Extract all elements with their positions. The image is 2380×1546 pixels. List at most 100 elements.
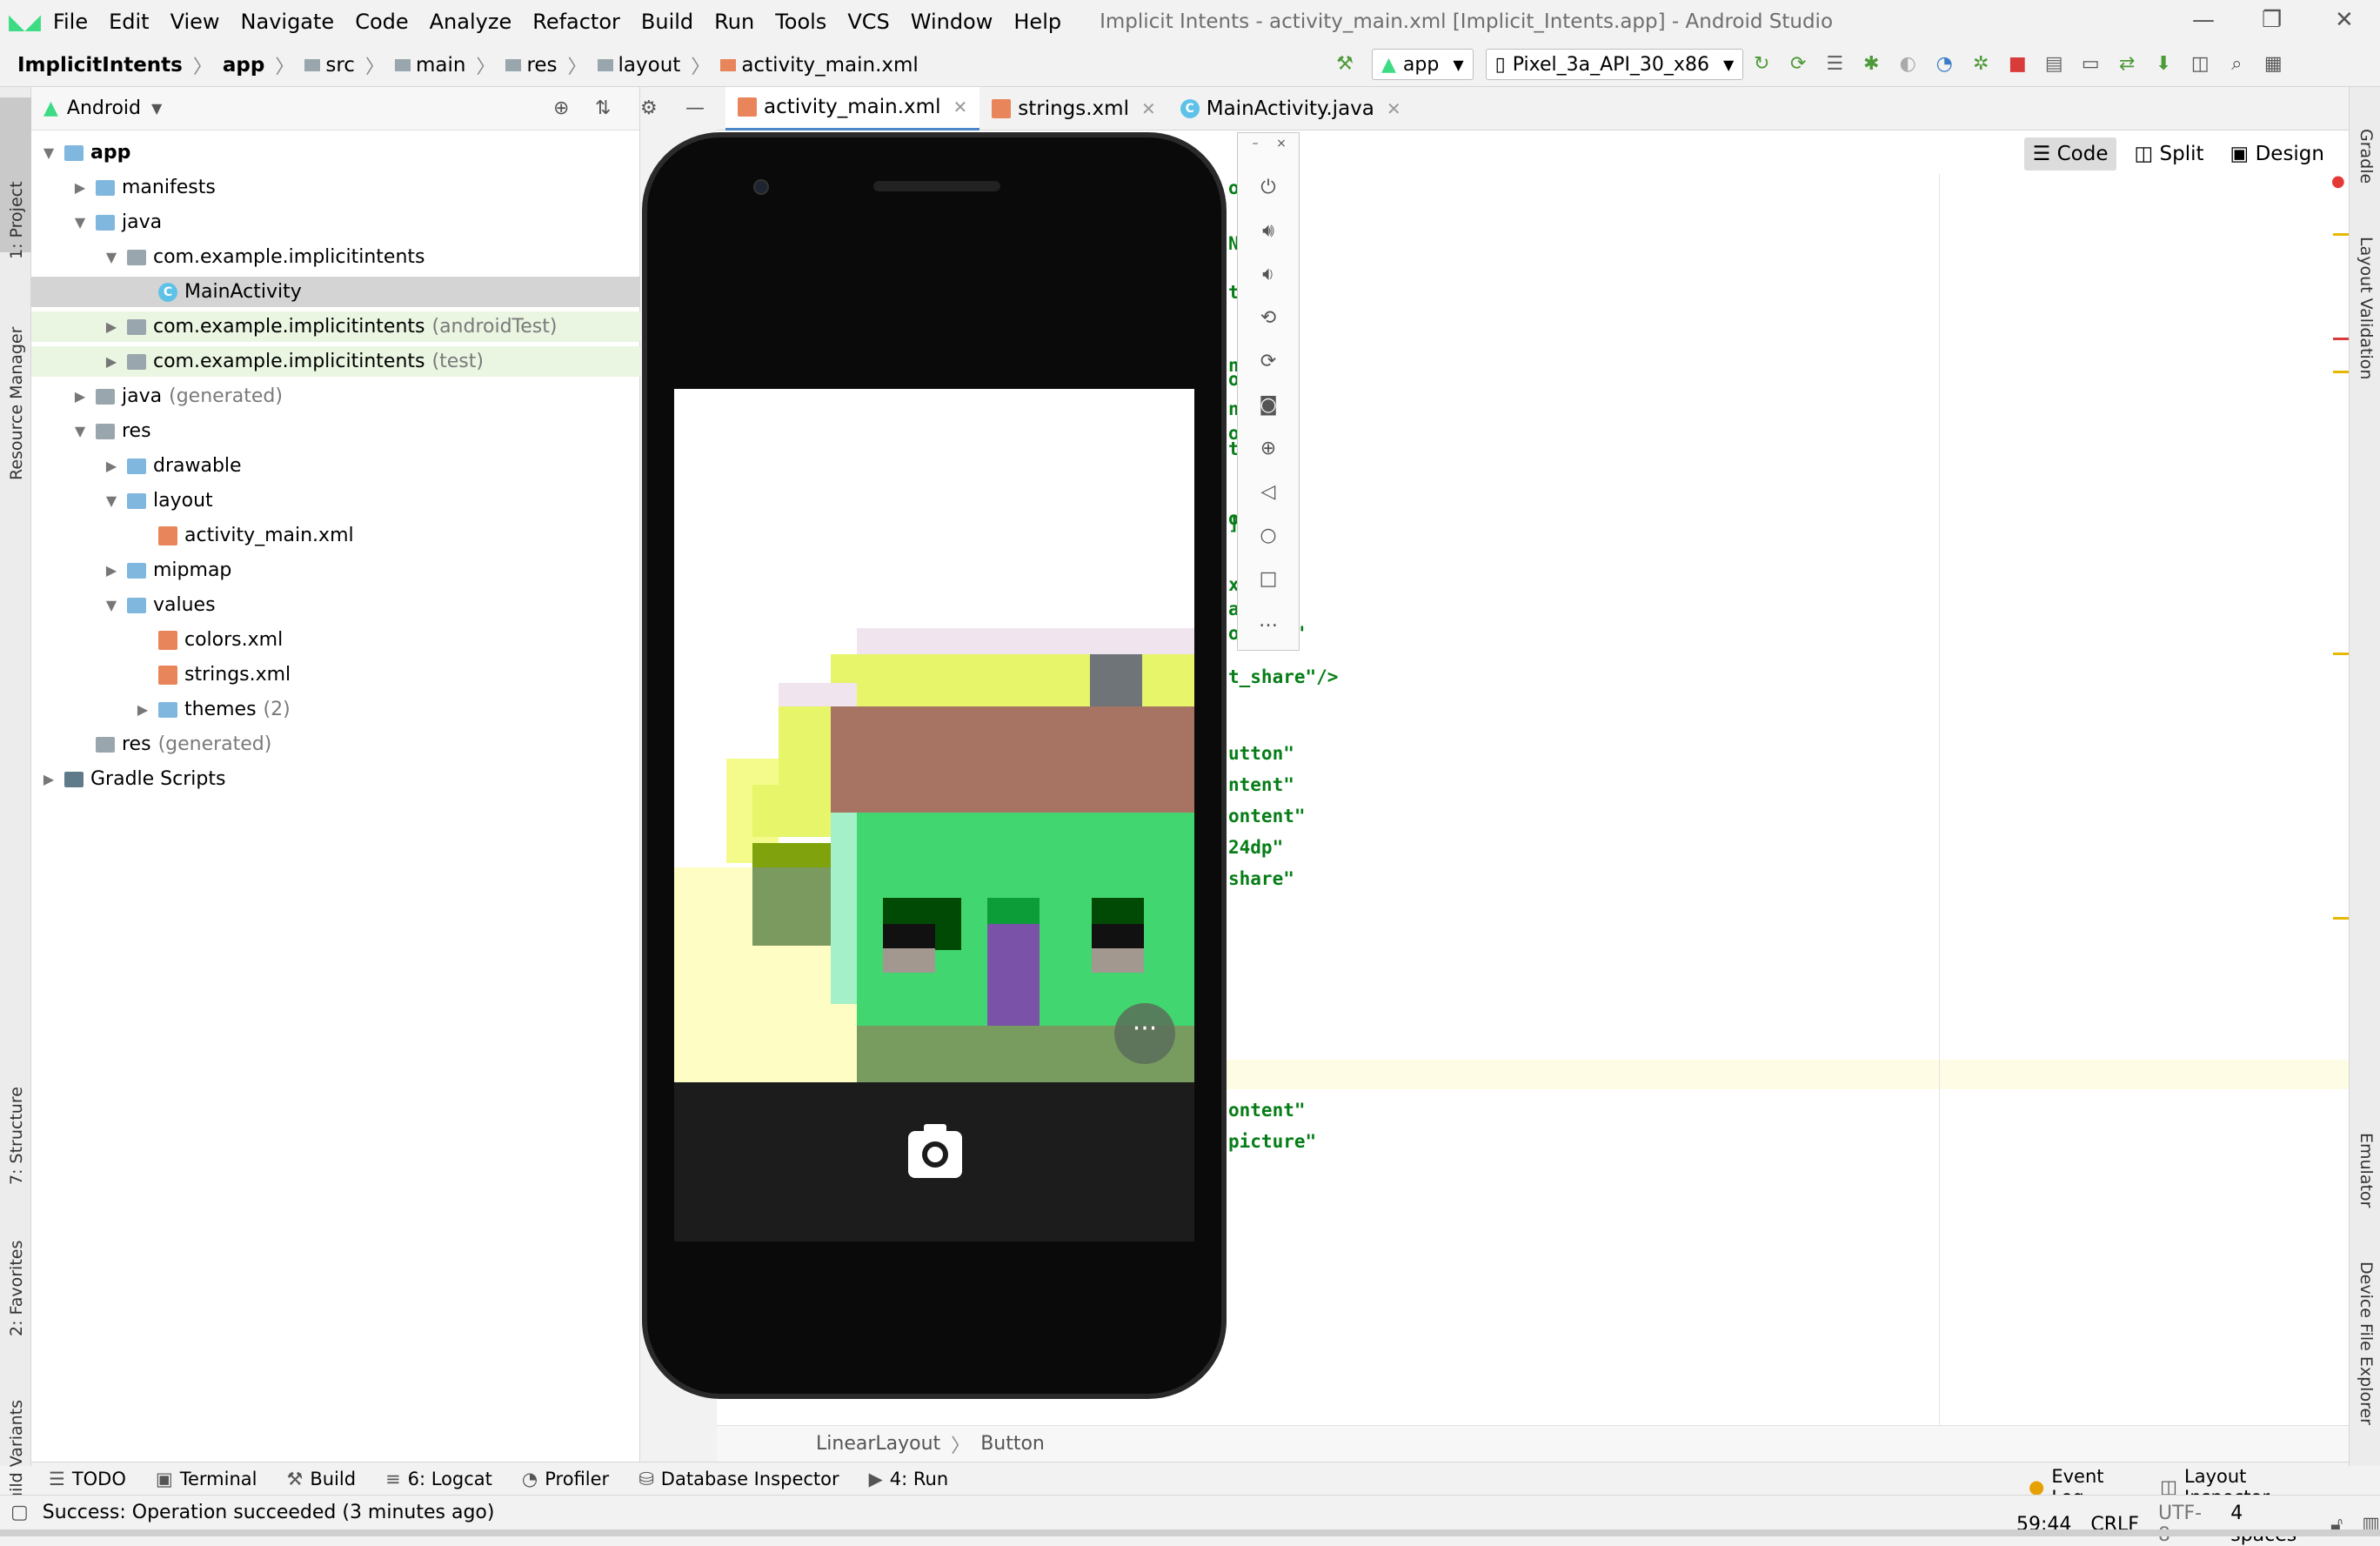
- close-tab-icon[interactable]: ✕: [1387, 98, 1401, 119]
- debug-icon[interactable]: ✱: [1859, 52, 1883, 77]
- avd-manager-icon[interactable]: ▭: [2078, 52, 2103, 77]
- menu-code[interactable]: Code: [355, 10, 408, 34]
- menu-view[interactable]: View: [170, 10, 220, 34]
- collapsed-arrow-icon[interactable]: ▶: [103, 458, 120, 474]
- zoom-icon[interactable]: ⊕: [1238, 438, 1299, 459]
- run-config-select[interactable]: ▲ app ▼: [1372, 49, 1474, 80]
- overview-icon[interactable]: □: [1238, 568, 1299, 590]
- close-tab-icon[interactable]: ✕: [953, 97, 967, 117]
- device-file-explorer-tool-tab[interactable]: Device File Explorer: [2357, 1262, 2376, 1425]
- sync-gradle-icon[interactable]: ⇄: [2115, 52, 2139, 77]
- tree-item[interactable]: ▶ Gradle Scripts: [31, 764, 640, 794]
- rotate-left-icon[interactable]: ⟲: [1238, 307, 1299, 329]
- tree-item[interactable]: ▼ layout: [31, 485, 640, 516]
- restore-icon[interactable]: ❐: [2262, 7, 2282, 33]
- emulator-tool-tab[interactable]: Emulator: [2357, 1133, 2376, 1208]
- device-select[interactable]: ▯ Pixel_3a_API_30_x86 ▼: [1485, 49, 1744, 80]
- structure-tool-tab[interactable]: 7: Structure: [7, 1087, 26, 1185]
- breadcrumb-item[interactable]: ImplicitIntents: [17, 54, 183, 77]
- close-tab-icon[interactable]: ✕: [1141, 98, 1156, 119]
- hide-panel-icon[interactable]: —: [685, 97, 705, 119]
- tree-item[interactable]: colors.xml: [31, 625, 640, 655]
- breadcrumb-item[interactable]: main: [416, 54, 465, 77]
- settings-icon[interactable]: ▦: [2261, 52, 2285, 77]
- apply-changes-icon[interactable]: ↻: [1749, 52, 1774, 77]
- breadcrumb-item[interactable]: res: [526, 54, 557, 77]
- file-encoding[interactable]: UTF-8: [2158, 1502, 2211, 1546]
- tree-item[interactable]: ▶ java (generated): [31, 381, 640, 412]
- expanded-arrow-icon[interactable]: ▼: [71, 423, 89, 439]
- menu-tools[interactable]: Tools: [775, 10, 826, 34]
- menu-window[interactable]: Window: [911, 10, 993, 34]
- screenshot-icon[interactable]: ◙: [1238, 394, 1299, 416]
- more-icon[interactable]: …: [1238, 610, 1299, 632]
- mode-code-button[interactable]: ☰ Code: [2023, 137, 2117, 171]
- menu-navigate[interactable]: Navigate: [241, 10, 335, 34]
- breadcrumb-item[interactable]: app: [223, 54, 264, 77]
- collapsed-arrow-icon[interactable]: ▶: [103, 562, 120, 579]
- run-tasks-icon[interactable]: ☰: [1822, 52, 1847, 77]
- tree-item[interactable]: ▼ app: [31, 137, 640, 168]
- layout-validation-tool-tab[interactable]: Layout Validation: [2357, 237, 2376, 379]
- collapsed-arrow-icon[interactable]: ▶: [103, 353, 120, 370]
- tree-item[interactable]: ▼ values: [31, 590, 640, 620]
- tree-item[interactable]: strings.xml: [31, 659, 640, 690]
- apply-code-changes-icon[interactable]: ⟳: [1786, 52, 1810, 77]
- tree-item[interactable]: ▼ java: [31, 207, 640, 238]
- status-toggle-icon[interactable]: ▢: [10, 1502, 29, 1523]
- tree-item[interactable]: ▼ com.example.implicitintents: [31, 242, 640, 272]
- resource-manager-tool-tab[interactable]: Resource Manager: [7, 327, 26, 480]
- favorites-tool-tab[interactable]: 2: Favorites: [7, 1241, 26, 1336]
- home-icon[interactable]: ○: [1238, 525, 1299, 546]
- editor-tab[interactable]: activity_main.xml ✕: [725, 86, 980, 131]
- close-icon[interactable]: ✕: [2335, 7, 2354, 33]
- tree-item[interactable]: ▼ res: [31, 416, 640, 446]
- tree-item[interactable]: activity_main.xml: [31, 520, 640, 551]
- project-view-select[interactable]: Android: [67, 97, 141, 119]
- layout-inspector-icon[interactable]: ◫: [2188, 52, 2212, 77]
- menu-help[interactable]: Help: [1013, 10, 1061, 34]
- database-tool-button[interactable]: ⛁ Database Inspector: [638, 1469, 839, 1489]
- menu-edit[interactable]: Edit: [109, 10, 149, 34]
- project-structure-icon[interactable]: ▤: [2042, 52, 2066, 77]
- camera-viewfinder[interactable]: ···: [674, 389, 1194, 1082]
- tree-item[interactable]: ▶ drawable: [31, 451, 640, 481]
- volume-up-icon[interactable]: 🔊︎: [1238, 220, 1299, 242]
- collapsed-arrow-icon[interactable]: ▶: [71, 179, 89, 196]
- tree-item[interactable]: ▶ com.example.implicitintents (test): [31, 346, 640, 377]
- tree-item[interactable]: ▶ mipmap: [31, 555, 640, 586]
- mode-design-button[interactable]: ▣ Design: [2222, 137, 2333, 171]
- tree-item[interactable]: ▶ com.example.implicitintents (androidTest…: [31, 311, 640, 342]
- project-tool-tab[interactable]: 1: Project: [7, 181, 26, 259]
- menu-analyze[interactable]: Analyze: [430, 10, 512, 34]
- expanded-arrow-icon[interactable]: ▼: [71, 214, 89, 231]
- tree-item[interactable]: res (generated): [31, 729, 640, 760]
- editor-breadcrumb-item[interactable]: Button: [980, 1433, 1045, 1455]
- terminal-tool-button[interactable]: ▣ Terminal: [156, 1469, 257, 1489]
- close-icon[interactable]: ×: [1264, 137, 1299, 151]
- tree-item[interactable]: ▶ themes (2): [31, 694, 640, 725]
- collapsed-arrow-icon[interactable]: ▶: [40, 771, 57, 787]
- profiler-tool-button[interactable]: ◔ Profiler: [522, 1469, 609, 1489]
- rotate-right-icon[interactable]: ⟳: [1238, 351, 1299, 372]
- expanded-arrow-icon[interactable]: ▼: [40, 144, 57, 161]
- search-icon[interactable]: ⌕: [2224, 52, 2249, 77]
- profile-icon[interactable]: ◔: [1932, 52, 1956, 77]
- locate-icon[interactable]: ⊕: [553, 97, 569, 119]
- editor-tab[interactable]: C MainActivity.java ✕: [1168, 87, 1414, 131]
- editor-breadcrumb-item[interactable]: LinearLayout: [816, 1433, 940, 1455]
- indent-setting[interactable]: 4 spaces: [2230, 1502, 2311, 1546]
- breadcrumb-item[interactable]: activity_main.xml: [741, 54, 918, 77]
- tree-item[interactable]: ▶ manifests: [31, 172, 640, 203]
- attach-debugger-icon[interactable]: ✲: [1969, 52, 1993, 77]
- menu-refactor[interactable]: Refactor: [532, 10, 620, 34]
- chevron-down-icon[interactable]: ▼: [151, 100, 162, 117]
- collapse-all-icon[interactable]: ⇅: [595, 97, 611, 119]
- gear-icon[interactable]: ⚙: [640, 97, 658, 119]
- collapsed-arrow-icon[interactable]: ▶: [103, 318, 120, 335]
- run-tool-button[interactable]: ▶ 4: Run: [869, 1469, 949, 1489]
- back-icon[interactable]: ◁: [1238, 481, 1299, 503]
- menu-vcs[interactable]: VCS: [847, 10, 889, 34]
- menu-build[interactable]: Build: [641, 10, 693, 34]
- camera-shutter-icon[interactable]: [908, 1124, 962, 1178]
